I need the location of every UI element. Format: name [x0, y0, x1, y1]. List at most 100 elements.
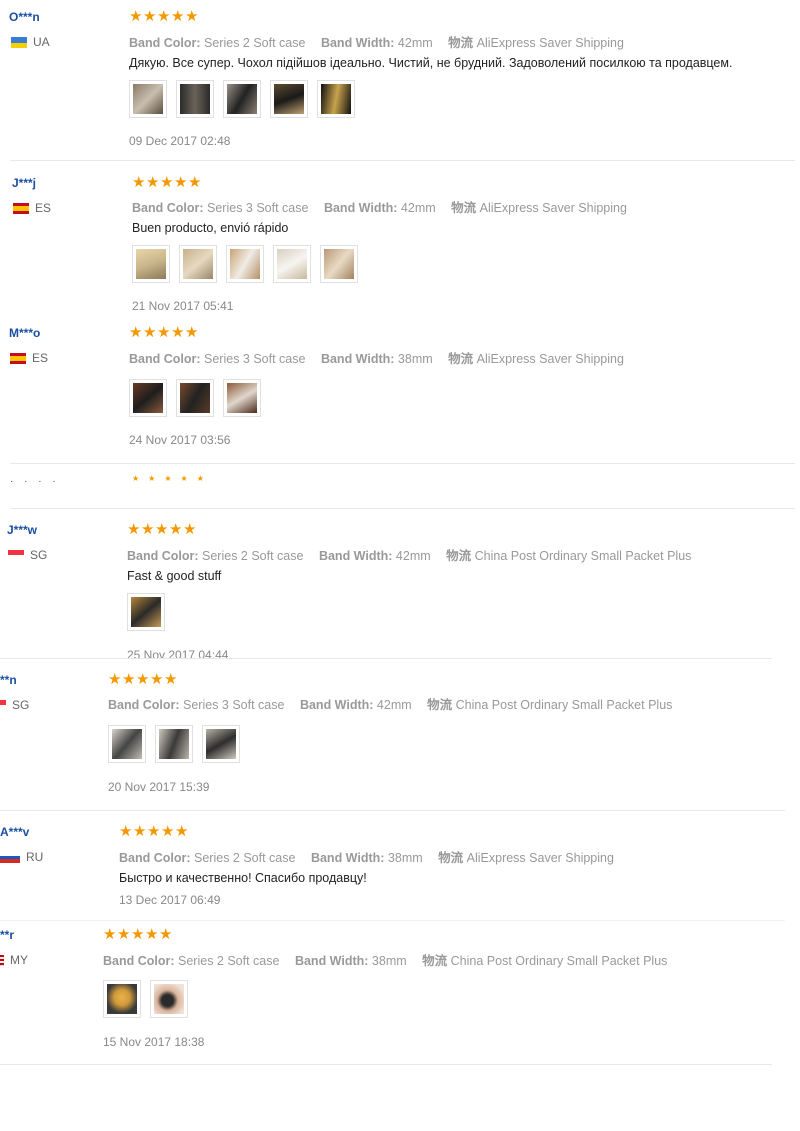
review-photo[interactable]: [176, 379, 214, 417]
reviewer-name[interactable]: **n: [0, 673, 17, 687]
divider: [10, 160, 795, 161]
reviewer-name[interactable]: M***o: [9, 326, 40, 340]
flag-my-icon: [0, 954, 4, 966]
star-icon: ★: [175, 823, 188, 840]
product-attributes: Band Color: Series 2 Soft case Band Widt…: [129, 36, 624, 50]
star-icon: ★: [143, 324, 156, 341]
rating-stars: ★ ★ ★ ★ ★: [132, 175, 202, 191]
star-icon: ★: [174, 174, 187, 191]
divider: [0, 810, 785, 811]
flag-es-icon: [10, 352, 26, 364]
star-icon: ★: [188, 174, 201, 191]
review-photo[interactable]: [179, 245, 217, 283]
product-attributes: Band Color: Series 2 Soft case Band Widt…: [103, 954, 668, 968]
placeholder-stars: ★★★★★: [132, 474, 213, 483]
review-photo[interactable]: [273, 245, 311, 283]
review-photo[interactable]: [317, 80, 355, 118]
reviewer-name[interactable]: J***j: [12, 176, 36, 190]
review-item: J***w SG ★ ★ ★ ★ ★ Band Color: Series 2 Soft…: [0, 515, 800, 660]
divider: [10, 463, 795, 464]
star-icon: ★: [185, 8, 198, 25]
reviewer-name[interactable]: O***n: [9, 10, 40, 24]
star-icon: ★: [133, 823, 146, 840]
review-photos: [129, 379, 261, 417]
placeholder-dots: · · · ·: [10, 476, 60, 486]
star-icon: ★: [147, 823, 160, 840]
review-photo[interactable]: [155, 725, 193, 763]
reviewer-country: ES: [10, 351, 48, 365]
divider: [0, 658, 772, 659]
flag-ua-icon: [11, 36, 27, 48]
review-photo[interactable]: [150, 980, 188, 1018]
review-photos: [132, 245, 358, 283]
star-icon: ★: [131, 926, 144, 943]
review-photos: [108, 725, 240, 763]
review-date: 09 Dec 2017 02:48: [129, 134, 231, 148]
review-date: 24 Nov 2017 03:56: [129, 433, 231, 447]
star-icon: ★: [129, 324, 142, 341]
star-icon: ★: [157, 8, 170, 25]
divider: [0, 1064, 772, 1065]
star-icon: ★: [103, 926, 116, 943]
review-photo[interactable]: [129, 379, 167, 417]
star-icon: ★: [132, 174, 145, 191]
review-photo[interactable]: [320, 245, 358, 283]
review-photo[interactable]: [108, 725, 146, 763]
product-attributes: Band Color: Series 2 Soft case Band Widt…: [127, 549, 692, 563]
product-attributes: Band Color: Series 3 Soft case Band Widt…: [129, 352, 624, 366]
reviewer-country: SG: [0, 698, 29, 712]
rating-stars: ★ ★ ★ ★ ★: [129, 9, 199, 25]
product-attributes: Band Color: Series 3 Soft case Band Widt…: [132, 201, 627, 215]
star-icon: ★: [122, 671, 135, 688]
rating-stars: ★ ★ ★ ★ ★: [129, 325, 199, 341]
star-icon: ★: [150, 671, 163, 688]
review-photo[interactable]: [132, 245, 170, 283]
review-text: Дякую. Все супер. Чохол підійшов ідеальн…: [129, 56, 733, 70]
star-icon: ★: [119, 823, 132, 840]
review-photo[interactable]: [103, 980, 141, 1018]
star-icon: ★: [136, 671, 149, 688]
review-text: Buen producto, envió rápido: [132, 221, 289, 235]
flag-sg-icon: [8, 549, 24, 561]
star-icon: ★: [129, 8, 142, 25]
star-icon: ★: [164, 671, 177, 688]
flag-sg-icon: [0, 699, 6, 711]
reviewer-country: RU: [0, 850, 43, 864]
rating-stars: ★ ★ ★ ★ ★: [127, 522, 197, 538]
review-photo[interactable]: [270, 80, 308, 118]
rating-stars: ★ ★ ★ ★ ★: [103, 927, 173, 943]
star-icon: ★: [145, 926, 158, 943]
review-photos: [127, 593, 165, 631]
review-photo[interactable]: [223, 379, 261, 417]
star-icon: ★: [141, 521, 154, 538]
review-date: 21 Nov 2017 05:41: [132, 299, 234, 313]
divider: [0, 920, 785, 921]
divider: [10, 508, 795, 509]
review-photo[interactable]: [226, 245, 264, 283]
reviewer-name[interactable]: **r: [0, 928, 14, 942]
flag-ru-icon: [0, 851, 20, 863]
review-photo[interactable]: [202, 725, 240, 763]
review-photo[interactable]: [129, 80, 167, 118]
flag-es-icon: [13, 202, 29, 214]
star-icon: ★: [159, 926, 172, 943]
star-icon: ★: [169, 521, 182, 538]
product-attributes: Band Color: Series 2 Soft case Band Widt…: [119, 851, 614, 865]
star-icon: ★: [143, 8, 156, 25]
review-date: 15 Nov 2017 18:38: [103, 1035, 205, 1049]
reviewer-country: UA: [11, 35, 50, 49]
review-placeholder: · · · · ★★★★★: [0, 472, 800, 486]
star-icon: ★: [185, 324, 198, 341]
star-icon: ★: [155, 521, 168, 538]
reviewer-name[interactable]: A***v: [0, 825, 29, 839]
review-photo[interactable]: [176, 80, 214, 118]
review-photo[interactable]: [127, 593, 165, 631]
review-photo[interactable]: [223, 80, 261, 118]
star-icon: ★: [161, 823, 174, 840]
rating-stars: ★ ★ ★ ★ ★: [119, 824, 189, 840]
star-icon: ★: [127, 521, 140, 538]
star-icon: ★: [146, 174, 159, 191]
reviewer-country: ES: [13, 201, 51, 215]
reviewer-country: MY: [0, 953, 28, 967]
reviewer-name[interactable]: J***w: [7, 523, 37, 537]
